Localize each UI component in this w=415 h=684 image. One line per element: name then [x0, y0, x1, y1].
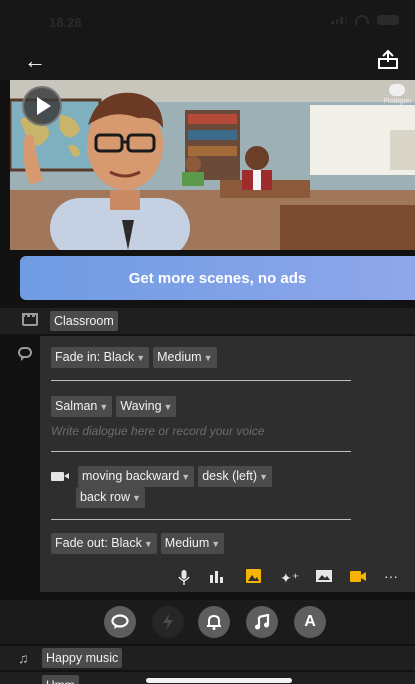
sparkle-effects-icon[interactable]: ✦⁺: [280, 570, 299, 587]
classroom-scene-image: [10, 80, 415, 250]
music-row: ♫ Happy music: [0, 646, 415, 670]
fade-out-row: Fade out: Black ▼ Medium ▼: [51, 533, 228, 554]
divider: [51, 380, 351, 381]
battery-icon: [377, 15, 399, 25]
play-button[interactable]: [22, 86, 62, 126]
add-effect-button[interactable]: [152, 606, 184, 638]
add-sound-effect-button[interactable]: [198, 606, 230, 638]
add-block-bar: A: [0, 600, 415, 644]
microphone-icon[interactable]: [178, 570, 190, 586]
fade-in-select[interactable]: Fade in: Black ▼: [51, 347, 150, 368]
next-block-chip[interactable]: Hmm: [42, 675, 79, 684]
system-indicators: [331, 15, 399, 25]
text-icon: A: [304, 613, 316, 630]
video-camera-icon[interactable]: [350, 571, 366, 582]
fade-in-speed-select[interactable]: Medium ▼: [153, 347, 217, 368]
add-dialogue-button[interactable]: [104, 606, 136, 638]
add-text-button[interactable]: A: [294, 606, 326, 638]
speech-bubble-icon: [18, 347, 32, 361]
divider: [51, 451, 351, 452]
cellular-signal-icon: [331, 15, 347, 24]
landscape-icon[interactable]: [316, 570, 332, 582]
camera-target-select[interactable]: desk (left) ▼: [198, 466, 272, 487]
camera-position-row: back row ▼: [76, 487, 149, 508]
fade-out-select[interactable]: Fade out: Black ▼: [51, 533, 157, 554]
dialogue-block: Fade in: Black ▼ Medium ▼ Salman ▼ Waving ▼ …: [40, 336, 415, 592]
more-options-icon[interactable]: ···: [384, 568, 398, 584]
chevron-down-icon: ▼: [211, 539, 221, 549]
scene-setting-row: Classroom: [0, 308, 415, 334]
chevron-down-icon: ▼: [99, 402, 109, 412]
scene-location-chip[interactable]: Classroom: [50, 311, 118, 331]
divider: [51, 519, 351, 520]
music-track-chip[interactable]: Happy music: [42, 648, 123, 668]
dialogue-input[interactable]: Write dialogue here or record your voice: [51, 424, 264, 438]
back-arrow-icon[interactable]: ←: [24, 50, 46, 72]
music-note-icon: ♫: [18, 650, 29, 666]
image-icon[interactable]: [246, 569, 261, 583]
volume-bars-icon[interactable]: [210, 571, 224, 583]
music-note-icon: [255, 614, 270, 630]
status-bar: 18.28: [0, 0, 415, 44]
lightning-icon: [163, 614, 173, 630]
camera-row: moving backward ▼ desk (left) ▼: [51, 466, 341, 487]
wifi-icon: [355, 15, 369, 25]
bell-icon: [207, 614, 221, 630]
chevron-down-icon: ▼: [203, 353, 213, 363]
chevron-down-icon: ▼: [163, 402, 173, 412]
watermark-text: Plotagon: [383, 98, 411, 105]
action-select[interactable]: Waving ▼: [116, 396, 177, 417]
share-icon[interactable]: [377, 48, 399, 70]
add-music-button[interactable]: [246, 606, 278, 638]
chevron-down-icon: ▼: [181, 472, 191, 482]
block-toolbar: ✦⁺ ···: [40, 568, 415, 592]
status-time: 18.28: [49, 15, 82, 30]
scene-preview[interactable]: Plotagon: [10, 80, 415, 250]
top-bar: ←: [0, 44, 415, 80]
chevron-down-icon: ▼: [136, 353, 146, 363]
fade-out-speed-select[interactable]: Medium ▼: [160, 533, 225, 554]
chevron-down-icon: ▼: [132, 493, 141, 503]
camera-movement-select[interactable]: moving backward ▼: [78, 466, 195, 487]
home-indicator[interactable]: [146, 678, 292, 683]
plotagon-watermark: Plotagon: [383, 84, 411, 105]
fade-in-row: Fade in: Black ▼ Medium ▼: [51, 347, 221, 368]
plotagon-logo-icon: [389, 84, 406, 96]
get-more-scenes-button[interactable]: Get more scenes, no ads: [20, 256, 415, 300]
cta-label: Get more scenes, no ads: [128, 269, 307, 287]
chevron-down-icon: ▼: [143, 539, 153, 549]
character-select[interactable]: Salman ▼: [51, 396, 113, 417]
camera-position-select[interactable]: back row ▼: [76, 487, 145, 508]
chevron-down-icon: ▼: [259, 472, 268, 482]
character-row: Salman ▼ Waving ▼: [51, 396, 180, 417]
camera-icon: [51, 472, 69, 481]
clapperboard-icon: [22, 313, 38, 326]
speech-bubble-icon: [111, 614, 129, 629]
